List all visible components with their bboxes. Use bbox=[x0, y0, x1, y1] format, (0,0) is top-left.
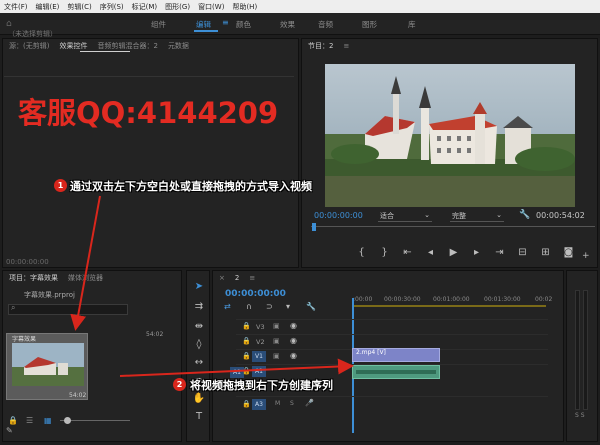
callout-1-number: 1 bbox=[54, 179, 67, 192]
callout-2-number: 2 bbox=[173, 378, 186, 391]
arrow-to-project bbox=[70, 195, 101, 331]
callout-2-text: 将视频拖拽到右下方创建序列 bbox=[190, 379, 333, 392]
arrow-to-timeline bbox=[119, 358, 354, 377]
callout-1-text: 通过双击左下方空白处或直接拖拽的方式导入视频 bbox=[70, 180, 312, 193]
